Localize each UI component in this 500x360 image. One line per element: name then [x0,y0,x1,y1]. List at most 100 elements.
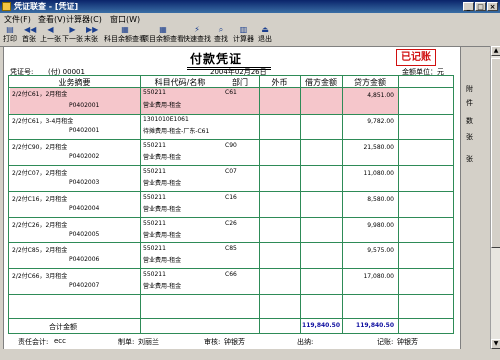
last-button[interactable]: ▶▶ 末张 [84,25,98,44]
minimize-button[interactable]: _ [463,2,474,11]
row-account-name: 营业费用-租金 [143,206,182,213]
calculator-button[interactable]: ▥ 计算器 [233,25,254,44]
header-currency: 外币 [271,78,288,87]
row-divider [9,191,453,192]
exit-icon: ⏏ [261,25,269,34]
row-summary: 2/2付C90，2月租金 [12,144,68,151]
close-button[interactable]: × [487,2,498,11]
next-icon: ▶ [69,25,76,34]
row-ref: P0402005 [69,231,100,238]
row-debit: 4,851.00 [367,92,394,99]
prev-button[interactable]: ◀ 上一张 [40,25,61,44]
row-account-name: 营业费用-租金 [143,102,182,109]
attachment-label: 数 [466,117,473,125]
row-divider [9,268,453,269]
row-divider [9,242,453,243]
row-debit: 21,580.00 [363,144,394,151]
row-summary: 2/2付C26，2月租金 [12,222,68,229]
cashier-label: 出纳: [297,338,314,346]
row-debit: 9,575.00 [367,247,394,254]
row-ref: P0402001 [69,102,100,109]
row-account-code: 550211 [143,194,166,201]
row-account-code: 550211 [143,220,166,227]
header-summary: 业务摘要 [58,78,91,87]
subledger-lookup-button[interactable]: ▦ 科目余额查看 [104,25,146,44]
next-button[interactable]: ▶ 下一张 [62,25,83,44]
first-button[interactable]: ◀◀ 首张 [22,25,36,44]
row-ref: P0402003 [69,179,100,186]
poster-name: 钟银芳 [397,338,418,346]
row-debit: 17,080.00 [363,273,394,280]
status-bar [0,349,500,360]
row-divider [9,165,453,166]
row-dept: C07 [225,168,237,175]
attachment-label: 张 [466,133,473,141]
poster-label: 记账: [377,338,394,346]
calculator-icon: ▥ [239,25,248,34]
header-credit: 贷方金额 [354,78,386,87]
exit-button[interactable]: ⏏ 退出 [258,25,272,44]
prev-icon: ◀ [47,25,54,34]
row-divider [9,217,453,218]
menu-bar: 文件(F) 查看(V) 计算器(C) 窗口(W) [0,13,500,24]
scroll-thumb[interactable] [491,58,500,248]
row-divider [9,294,453,295]
row-account-code: 550211 [143,89,166,96]
voucher-title: 付款凭证 [190,52,243,66]
total-debit: 119,840.50 [302,322,340,329]
row-dept: C16 [225,194,237,201]
selected-row-highlight [260,88,300,114]
row-debit: 9,980.00 [367,222,394,229]
quick-find-button[interactable]: ⚡ 快速查找 [183,25,211,44]
quick-find-icon: ⚡ [194,25,200,34]
project-icon: ▦ [159,25,167,34]
auditor-name: 钟银芳 [224,338,245,346]
row-dept: C66 [225,271,237,278]
row-ref: P0402007 [69,282,100,289]
row-ref: P0402002 [69,153,100,160]
last-icon: ▶▶ [86,25,99,34]
row-debit: 8,580.00 [367,196,394,203]
row-divider [9,318,453,319]
selected-row-highlight [301,88,342,114]
project-lookup-button[interactable]: ▦ 项目余额查看 [142,25,184,44]
row-summary: 2/2付C85，2月租金 [12,247,68,254]
row-account-name: 营业费用-租金 [143,232,182,239]
row-dept: C61 [225,89,237,96]
row-debit: 11,080.00 [363,170,394,177]
auditor-label: 审核: [204,338,221,346]
row-account-name: 营业费用-租金 [143,180,182,187]
row-summary: 2/2付C66，3月租金 [12,273,68,280]
row-dept: C90 [225,142,237,149]
total-label: 合计金额 [49,323,77,331]
voucher-sheet: 付款凭证 已记账 凭证号: (付) 00001 2004年02月26日 金额单位… [3,46,461,351]
row-summary: 2/2付C61，3-4月租金 [12,118,74,125]
toolbar: ▤ 打印 ◀◀ 首张 ◀ 上一张 ▶ 下一张 ▶▶ 末张 ▦ 科目余额查看 ▦ 项目余额查看 … [0,24,500,47]
header-account: 科目代码/名称 [154,78,206,87]
row-account-code: 550211 [143,168,166,175]
row-ref: P0402004 [69,205,100,212]
find-button[interactable]: ⌕ 查找 [214,25,228,44]
print-button[interactable]: ▤ 打印 [3,25,17,44]
row-account-name: 营业费用-租金 [143,257,182,264]
row-account-name: 营业费用-租金 [143,283,182,290]
scroll-down-icon[interactable]: ▼ [491,339,500,349]
scroll-up-icon[interactable]: ▲ [491,46,500,56]
row-divider [9,114,453,115]
header-dept: 部门 [232,78,248,87]
search-icon: ⌕ [218,25,224,34]
maker-name: 刘丽兰 [138,338,159,346]
row-account-code: 550211 [143,245,166,252]
row-account-name: 营业费用-租金 [143,154,182,161]
printer-icon: ▤ [6,25,14,34]
posted-stamp: 已记账 [396,49,436,66]
app-icon [2,2,11,11]
row-account-code: 1301010E1061 [143,116,189,123]
voucher-table: 业务摘要 科目代码/名称 部门 外币 借方金额 贷方金额 2/2付C61，2月租… [8,75,454,334]
vertical-scrollbar[interactable]: ▲ ▼ [490,46,500,349]
attachment-label: 张 [466,155,473,163]
first-icon: ◀◀ [24,25,37,34]
maximize-button[interactable]: □ [475,2,486,11]
row-divider [9,139,453,140]
header-debit: 借方金额 [305,78,337,87]
